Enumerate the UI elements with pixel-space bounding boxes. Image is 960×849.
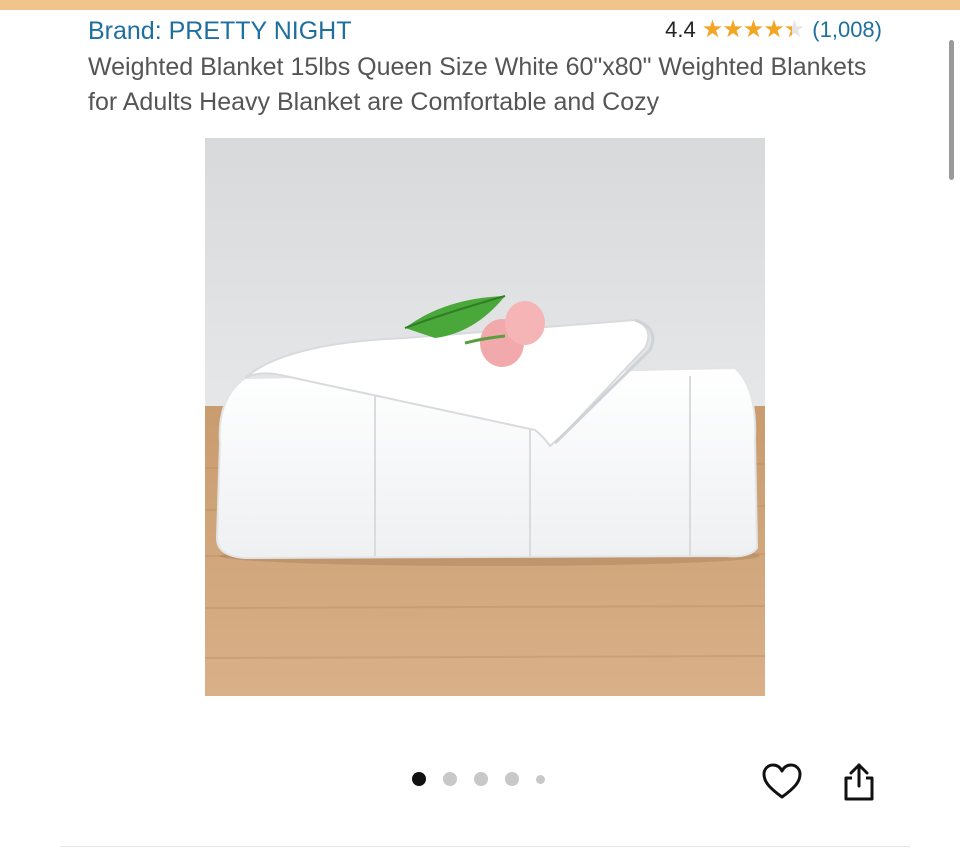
star-rating: ★★★★★ ★★★★★ [701, 18, 806, 42]
carousel-dot[interactable] [505, 772, 519, 786]
section-divider [60, 846, 910, 847]
product-title: Weighted Blanket 15lbs Queen Size White … [88, 53, 867, 116]
product-page: Brand: PRETTY NIGHT 4.4 ★★★★★ ★★★★★ (1,0… [0, 0, 960, 849]
stars-filled-icon: ★★★★★ [701, 18, 792, 42]
carousel-dot[interactable] [443, 772, 457, 786]
rating-summary[interactable]: 4.4 ★★★★★ ★★★★★ (1,008) [665, 16, 882, 44]
top-accent-strip [0, 0, 960, 10]
rating-value: 4.4 [665, 17, 696, 42]
share-button[interactable] [837, 760, 881, 804]
review-count-link[interactable]: (1,008) [812, 17, 882, 43]
carousel-dot[interactable] [474, 772, 488, 786]
scrollbar[interactable] [949, 40, 954, 180]
carousel-dot[interactable] [536, 774, 545, 784]
brand-link[interactable]: Brand: PRETTY NIGHT [88, 16, 352, 46]
share-icon [844, 763, 874, 801]
product-image[interactable] [205, 138, 765, 696]
heart-icon [762, 763, 802, 799]
carousel-dot[interactable] [412, 772, 426, 786]
favorite-button[interactable] [760, 760, 804, 804]
image-carousel-dots[interactable] [412, 772, 562, 786]
